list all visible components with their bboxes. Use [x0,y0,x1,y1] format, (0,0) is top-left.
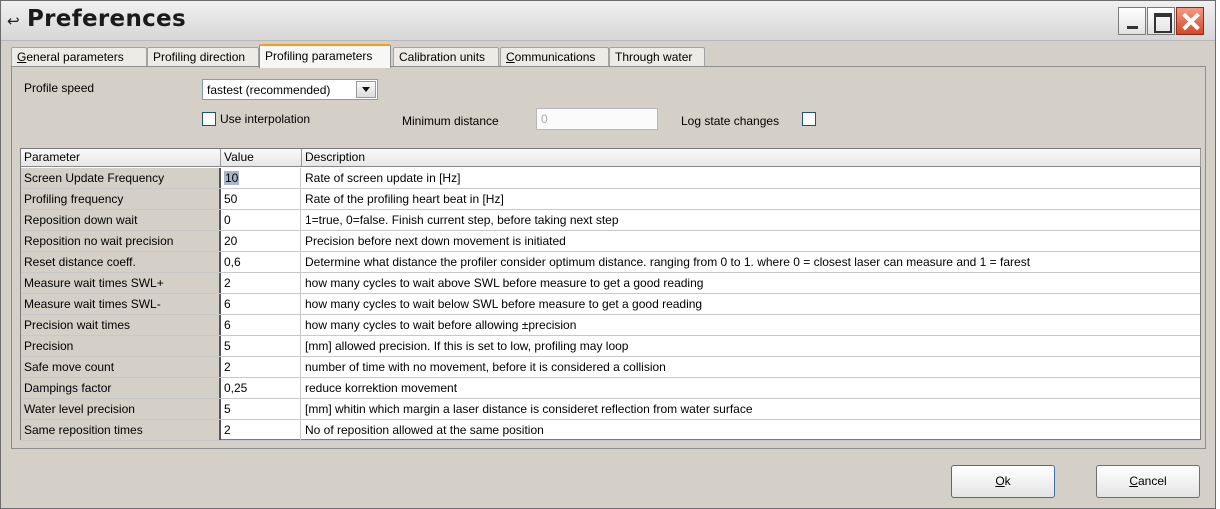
value-cell[interactable]: 10 [221,168,301,188]
window-title: Preferences [27,6,186,32]
table-row[interactable]: Dampings factor 0,25 reduce korrektion mov… [21,378,1200,399]
table-row[interactable]: Screen Update Frequency 10 Rate of screen … [21,168,1200,189]
tab-profiling-direction[interactable]: Profiling direction [147,47,259,67]
cancel-button[interactable]: Cancel [1096,465,1200,498]
parameter-cell: Measure wait times SWL+ [21,273,221,293]
value-text: 20 [224,234,238,248]
tab-general-parameters[interactable]: General parameters [11,47,147,67]
value-cell[interactable]: 5 [221,336,301,356]
table-row[interactable]: Reposition no wait precision 20 Precision … [21,231,1200,252]
parameter-cell: Same reposition times [21,420,221,440]
value-text: 5 [224,339,231,353]
description-cell: number of time with no movement, before … [305,360,666,374]
minimum-distance-label: Minimum distance [402,114,499,128]
preferences-window: ↩ Preferences General parameters Profili… [0,0,1216,509]
parameter-cell: Precision [21,336,221,356]
log-state-changes-checkbox[interactable] [802,112,816,126]
description-cell: reduce korrektion movement [305,381,458,395]
value-text: 2 [224,360,231,374]
parameter-cell: Screen Update Frequency [21,168,221,188]
column-header-description[interactable]: Description [302,149,1201,167]
value-cell[interactable]: 2 [221,357,301,377]
description-cell: how many cycles to wait above SWL before… [305,276,704,290]
parameter-cell: Reposition no wait precision [21,231,221,251]
value-text: 0,25 [224,381,248,395]
profiling-parameters-panel: Profile speed fastest (recommended) Use … [11,66,1206,449]
value-text: 0 [224,213,231,227]
description-cell: how many cycles to wait before allowing … [305,318,577,332]
minimum-distance-input[interactable]: 0 [536,108,658,130]
table-row[interactable]: Measure wait times SWL+ 2 how many cycles … [21,273,1200,294]
maximize-button[interactable] [1147,7,1175,35]
profile-speed-select[interactable]: fastest (recommended) [202,79,378,100]
profile-speed-label: Profile speed [24,81,95,95]
parameter-cell: Reposition down wait [21,210,221,230]
parameter-cell: Measure wait times SWL- [21,294,221,314]
profile-speed-value: fastest (recommended) [207,83,331,97]
table-row[interactable]: Precision wait times 6 how many cycles to … [21,315,1200,336]
description-cell: Rate of the profiling heart beat in [Hz] [305,192,504,206]
title-bar[interactable]: ↩ Preferences [1,1,1215,41]
parameter-cell: Dampings factor [21,378,221,398]
minimize-button[interactable] [1118,7,1146,35]
description-cell: [mm] whitin which margin a laser distanc… [305,402,753,416]
table-row[interactable]: Precision 5 [mm] allowed precision. If thi… [21,336,1200,357]
value-text: 10 [224,171,240,185]
table-row[interactable]: Water level precision 5 [mm] whitin which … [21,399,1200,420]
table-row[interactable]: Profiling frequency 50 Rate of the profili… [21,189,1200,210]
table-header: Parameter Value Description [21,149,1201,167]
parameter-cell: Profiling frequency [21,189,221,209]
value-text: 2 [224,276,231,290]
log-state-changes-label: Log state changes [681,114,780,128]
value-cell[interactable]: 0,6 [221,252,301,272]
close-button[interactable] [1176,7,1204,35]
tab-profiling-parameters[interactable]: Profiling parameters [259,44,391,68]
value-cell[interactable]: 6 [221,294,301,314]
value-text: 50 [224,192,238,206]
parameter-cell: Precision wait times [21,315,221,335]
table-row[interactable]: Reset distance coeff. 0,6 Determine what d… [21,252,1200,273]
description-cell: Precision before next down movement is i… [305,234,566,248]
value-text: 6 [224,297,231,311]
use-interpolation-label: Use interpolation [220,112,311,126]
table-row[interactable]: Safe move count 2 number of time with no m… [21,357,1200,378]
table-row[interactable]: Same reposition times 2 No of reposition a… [21,420,1200,441]
value-cell[interactable]: 0,25 [221,378,301,398]
description-cell: [mm] allowed precision. If this is set t… [305,339,629,353]
value-text: 0,6 [224,255,241,269]
tab-calibration-units[interactable]: Calibration units [393,47,499,67]
value-cell[interactable]: 5 [221,399,301,419]
tab-through-water[interactable]: Through water [609,47,705,67]
description-cell: Determine what distance the profiler con… [305,255,1031,269]
description-cell: No of reposition allowed at the same pos… [305,423,544,437]
tab-communications[interactable]: Communications [500,47,609,67]
use-interpolation-checkbox[interactable] [202,112,216,126]
column-header-parameter[interactable]: Parameter [21,149,221,167]
value-text: 2 [224,423,231,437]
chevron-down-icon[interactable] [356,81,376,98]
value-cell[interactable]: 6 [221,315,301,335]
table-row[interactable]: Measure wait times SWL- 6 how many cycles … [21,294,1200,315]
parameter-cell: Safe move count [21,357,221,377]
value-text: 5 [224,402,231,416]
column-header-value[interactable]: Value [221,149,302,167]
value-cell[interactable]: 50 [221,189,301,209]
value-text: 6 [224,318,231,332]
value-cell[interactable]: 2 [221,420,301,440]
ok-button[interactable]: Ok [951,465,1055,498]
value-cell[interactable]: 2 [221,273,301,293]
description-cell: 1=true, 0=false. Finish current step, be… [305,213,619,227]
parameter-cell: Water level precision [21,399,221,419]
value-cell[interactable]: 20 [221,231,301,251]
description-cell: how many cycles to wait below SWL before… [305,297,703,311]
parameter-table: Parameter Value Description Screen Updat… [20,148,1201,441]
table-row[interactable]: Reposition down wait 0 1=true, 0=false. Fi… [21,210,1200,231]
app-icon: ↩ [7,13,20,30]
value-cell[interactable]: 0 [221,210,301,230]
parameter-cell: Reset distance coeff. [21,252,221,272]
description-cell: Rate of screen update in [Hz] [305,171,461,185]
